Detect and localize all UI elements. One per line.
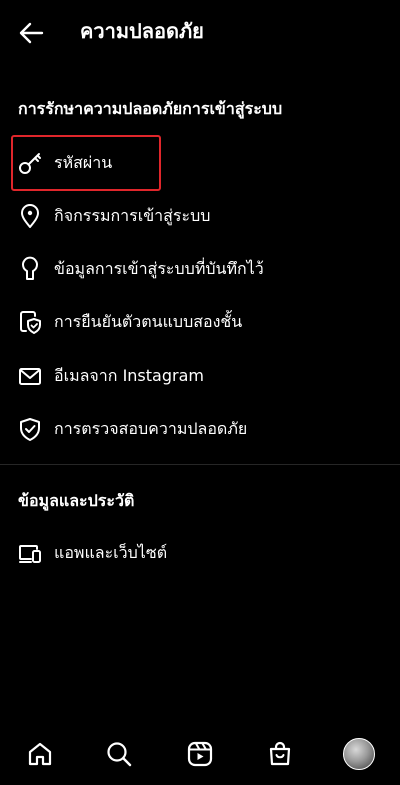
phone-shield-icon <box>16 308 44 336</box>
menu-label-emails-from-instagram: อีเมลจาก Instagram <box>54 366 204 385</box>
nav-profile-button[interactable] <box>341 736 377 772</box>
shop-icon <box>266 740 294 768</box>
menu-item-apps-and-websites[interactable]: แอพและเว็บไซต์ <box>0 531 400 575</box>
menu-item-saved-login-info[interactable]: ข้อมูลการเข้าสู่ระบบที่บันทึกไว้ <box>0 247 400 291</box>
nav-shop-button[interactable] <box>262 736 298 772</box>
mail-icon <box>16 362 44 390</box>
profile-avatar <box>343 738 375 770</box>
reels-icon <box>186 740 214 768</box>
nav-home-button[interactable] <box>22 736 58 772</box>
key-icon <box>16 149 44 177</box>
menu-label-security-checkup: การตรวจสอบความปลอดภัย <box>54 419 248 438</box>
devices-icon <box>16 539 44 567</box>
search-icon <box>105 740 133 768</box>
shield-check-icon <box>16 415 44 443</box>
nav-reels-button[interactable] <box>182 736 218 772</box>
menu-label-two-factor-auth: การยืนยันตัวตนแบบสองชั้น <box>54 312 243 331</box>
menu-label-saved-login-info: ข้อมูลการเข้าสู่ระบบที่บันทึกไว้ <box>54 259 264 278</box>
section-divider <box>0 464 400 465</box>
menu-item-emails-from-instagram[interactable]: อีเมลจาก Instagram <box>0 354 400 398</box>
arrow-left-icon <box>17 19 45 47</box>
nav-search-button[interactable] <box>101 736 137 772</box>
top-bar: ความปลอดภัย <box>0 0 400 64</box>
bottom-nav-bar <box>0 728 400 780</box>
home-icon <box>26 740 54 768</box>
back-button[interactable] <box>14 16 48 50</box>
menu-label-login-activity: กิจกรรมการเข้าสู่ระบบ <box>54 206 211 225</box>
menu-label-apps-and-websites: แอพและเว็บไซต์ <box>54 543 168 562</box>
menu-item-two-factor-auth[interactable]: การยืนยันตัวตนแบบสองชั้น <box>0 300 400 344</box>
section-title-login-security: การรักษาความปลอดภัยการเข้าสู่ระบบ <box>18 99 283 118</box>
menu-item-login-activity[interactable]: กิจกรรมการเข้าสู่ระบบ <box>0 194 400 238</box>
menu-label-password: รหัสผ่าน <box>54 153 113 172</box>
section-title-data-history: ข้อมูลและประวัติ <box>18 491 135 510</box>
menu-item-password[interactable]: รหัสผ่าน <box>0 141 400 185</box>
keyhole-icon <box>16 255 44 283</box>
location-pin-icon <box>16 202 44 230</box>
page-title: ความปลอดภัย <box>80 19 204 43</box>
menu-item-security-checkup[interactable]: การตรวจสอบความปลอดภัย <box>0 407 400 451</box>
